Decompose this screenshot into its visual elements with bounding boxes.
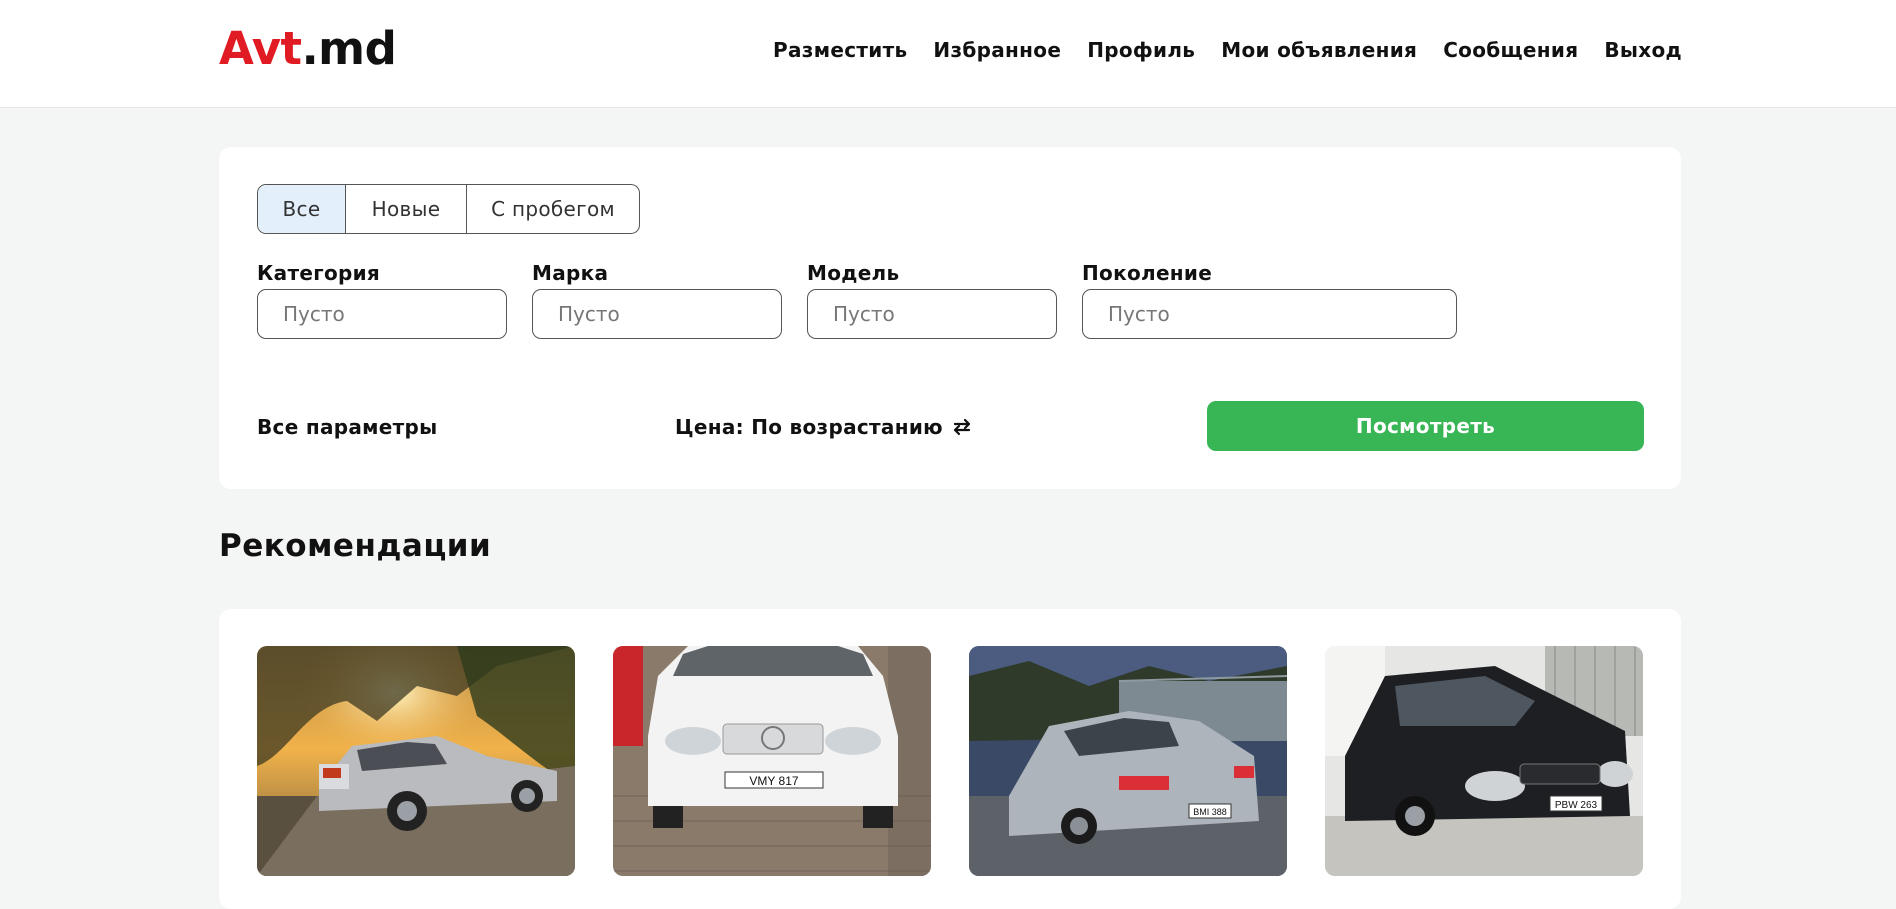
logo-md: .md (301, 22, 397, 75)
car-listing-thumb[interactable]: VMY 817 (613, 646, 931, 876)
model-field: Модель Пусто (807, 261, 1057, 339)
logo-avt: Avt (219, 22, 302, 75)
view-results-button[interactable]: Посмотреть (1207, 401, 1644, 451)
nav-post-ad[interactable]: Разместить (773, 38, 907, 62)
car-listing-thumb[interactable]: PBW 263 (1325, 646, 1643, 876)
car-photo-black-lada: PBW 263 (1325, 646, 1643, 876)
nav-my-ads[interactable]: Мои объявления (1221, 38, 1417, 62)
generation-label: Поколение (1082, 261, 1213, 285)
car-photo-silver-peugeot: BMI 388 (969, 646, 1287, 876)
brand-field: Марка Пусто (532, 261, 782, 339)
condition-segmented-control: Все Новые С пробегом (257, 184, 640, 234)
plate-text: PBW 263 (1555, 800, 1598, 811)
car-listing-thumb[interactable] (257, 646, 575, 876)
sort-toggle[interactable]: Цена: По возрастанию (675, 415, 973, 439)
nav-profile[interactable]: Профиль (1087, 38, 1195, 62)
all-parameters-link[interactable]: Все параметры (257, 415, 438, 439)
plate-text: BMI 388 (1193, 807, 1227, 817)
car-photo-silver-hatchback (257, 646, 575, 876)
car-photo-white-vw-golf: VMY 817 (613, 646, 931, 876)
main-nav: Разместить Избранное Профиль Мои объявле… (773, 38, 1682, 62)
segment-new[interactable]: Новые (346, 185, 467, 233)
site-logo[interactable]: Avt.md (219, 22, 397, 75)
sort-label: Цена: По возрастанию (675, 415, 943, 439)
recommendations-title: Рекомендации (219, 528, 492, 564)
brand-select[interactable]: Пусто (532, 289, 782, 339)
top-navbar: Avt.md Разместить Избранное Профиль Мои … (0, 0, 1896, 108)
model-label: Модель (807, 261, 900, 285)
category-field: Категория Пусто (257, 261, 507, 339)
brand-label: Марка (532, 261, 609, 285)
recommendations-card: VMY 817 BMI 388 PBW 263 (219, 609, 1681, 909)
plate-text: VMY 817 (749, 774, 798, 788)
search-filter-card: Все Новые С пробегом Категория Пусто Мар… (219, 147, 1681, 489)
generation-select[interactable]: Пусто (1082, 289, 1457, 339)
car-listing-thumb[interactable]: BMI 388 (969, 646, 1287, 876)
model-select[interactable]: Пусто (807, 289, 1057, 339)
nav-favorites[interactable]: Избранное (933, 38, 1061, 62)
swap-arrows-icon (953, 418, 970, 436)
category-label: Категория (257, 261, 381, 285)
nav-logout[interactable]: Выход (1604, 38, 1682, 62)
generation-field: Поколение Пусто (1082, 261, 1457, 339)
segment-all[interactable]: Все (258, 185, 346, 233)
category-select[interactable]: Пусто (257, 289, 507, 339)
nav-messages[interactable]: Сообщения (1443, 38, 1578, 62)
segment-used[interactable]: С пробегом (467, 185, 639, 233)
